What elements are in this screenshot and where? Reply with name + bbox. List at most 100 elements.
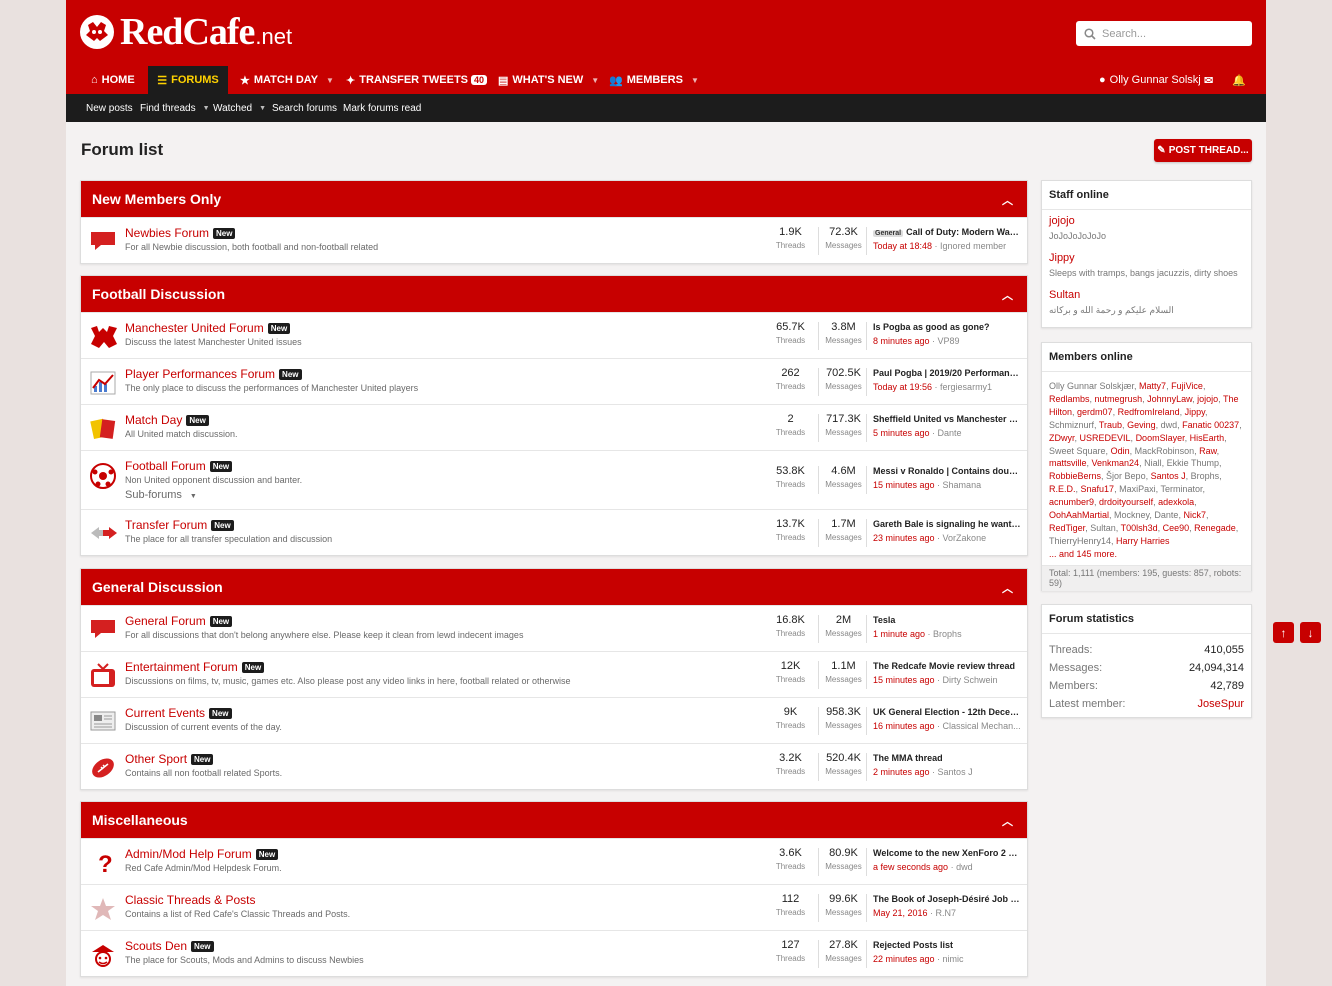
tab-home[interactable]: ⌂ HOME: [91, 66, 135, 94]
last-post-user[interactable]: Classical Mechan...: [943, 721, 1021, 731]
online-member-link[interactable]: USREDEVIL: [1080, 433, 1131, 443]
online-member-link[interactable]: Sultan: [1090, 523, 1116, 533]
forum-title-link[interactable]: General Forum New: [125, 614, 233, 628]
online-member-link[interactable]: Jippy: [1185, 407, 1205, 417]
last-post-title[interactable]: The MMA thread: [873, 753, 1021, 763]
online-member-link[interactable]: Šjor Bepo: [1106, 471, 1146, 481]
online-member-link[interactable]: FujiVice: [1171, 381, 1203, 391]
forum-title-link[interactable]: Other Sport New: [125, 752, 214, 766]
online-member-link[interactable]: Traub: [1099, 420, 1122, 430]
last-post-time[interactable]: May 21, 2016: [873, 908, 928, 918]
online-member-link[interactable]: Snafu17: [1081, 484, 1115, 494]
last-post-user[interactable]: VorZakone: [943, 533, 987, 543]
last-post-time[interactable]: 22 minutes ago: [873, 954, 935, 964]
last-post-user[interactable]: dwd: [956, 862, 973, 872]
last-post-title[interactable]: Gareth Bale is signaling he wants t...: [873, 519, 1021, 529]
chevron-up-icon[interactable]: ︿: [1002, 192, 1013, 208]
chevron-down-icon[interactable]: ▼: [259, 105, 266, 112]
online-member-link[interactable]: Redlambs: [1049, 394, 1090, 404]
last-post-title[interactable]: The Book of Joseph-Désiré Job (F...: [873, 894, 1021, 904]
online-member-link[interactable]: Schmiznurf: [1049, 420, 1094, 430]
tab-forums[interactable]: ☰ FORUMS: [148, 66, 228, 94]
online-member-link[interactable]: Olly Gunnar Solskjær: [1049, 381, 1134, 391]
online-member-link[interactable]: OohAahMartial: [1049, 510, 1109, 520]
online-member-link[interactable]: drdoityourself: [1099, 497, 1153, 507]
online-member-link[interactable]: Dante: [1154, 510, 1178, 520]
tab-members[interactable]: 👥 MEMBERS ▼: [609, 66, 699, 94]
online-member-link[interactable]: MaxiPaxi: [1119, 484, 1156, 494]
last-post-time[interactable]: 23 minutes ago: [873, 533, 935, 543]
category-header[interactable]: Football Discussion ︿: [81, 276, 1027, 312]
last-post-user[interactable]: Ignored member: [940, 241, 1006, 251]
online-member-link[interactable]: R.E.D.: [1049, 484, 1076, 494]
last-post-time[interactable]: 8 minutes ago: [873, 336, 930, 346]
online-member-link[interactable]: ThierryHenry14: [1049, 536, 1111, 546]
search-input[interactable]: Search...: [1076, 21, 1252, 46]
forum-title-link[interactable]: Newbies Forum New: [125, 226, 236, 240]
tab-match-day[interactable]: ★ MATCH DAY ▼: [240, 66, 334, 94]
subnav-search-forums[interactable]: Search forums: [272, 94, 337, 122]
last-post-user[interactable]: R.N7: [936, 908, 957, 918]
forum-title-link[interactable]: Scouts Den New: [125, 939, 214, 953]
online-member-link[interactable]: RedTiger: [1049, 523, 1085, 533]
post-thread-button[interactable]: ✎ POST THREAD...: [1154, 139, 1252, 162]
latest-member-link[interactable]: JoseSpur: [1198, 698, 1244, 710]
last-post-title[interactable]: Rejected Posts list: [873, 940, 1021, 950]
category-header[interactable]: General Discussion ︿: [81, 569, 1027, 605]
last-post-title[interactable]: Messi v Ronaldo | Contains double...: [873, 466, 1021, 476]
last-post-time[interactable]: a few seconds ago: [873, 862, 948, 872]
last-post-time[interactable]: 15 minutes ago: [873, 480, 935, 490]
online-member-link[interactable]: ZDwyr: [1049, 433, 1075, 443]
online-member-link[interactable]: Santos J: [1151, 471, 1186, 481]
online-member-link[interactable]: Nick7: [1183, 510, 1206, 520]
forum-title-link[interactable]: Entertainment Forum New: [125, 660, 265, 674]
chevron-up-icon[interactable]: ︿: [1002, 580, 1013, 596]
last-post-time[interactable]: Today at 18:48: [873, 241, 932, 251]
user-menu[interactable]: ● Olly Gunnar Solskj: [1099, 66, 1201, 94]
last-post-time[interactable]: 2 minutes ago: [873, 767, 930, 777]
online-member-link[interactable]: Niall: [1144, 458, 1162, 468]
category-header[interactable]: New Members Only ︿: [81, 181, 1027, 217]
online-member-link[interactable]: Raw: [1199, 446, 1217, 456]
online-member-link[interactable]: Harry Harries: [1116, 536, 1170, 546]
last-post-title[interactable]: Is Pogba as good as gone?: [873, 322, 1021, 332]
online-member-link[interactable]: Fanatic 00237: [1182, 420, 1239, 430]
online-member-link[interactable]: Matty7: [1139, 381, 1166, 391]
online-member-link[interactable]: Brophs: [1191, 471, 1220, 481]
last-post-time[interactable]: 5 minutes ago: [873, 428, 930, 438]
category-header[interactable]: Miscellaneous ︿: [81, 802, 1027, 838]
last-post-user[interactable]: Dante: [938, 428, 962, 438]
subnav-new-posts[interactable]: New posts: [86, 94, 133, 122]
online-member-link[interactable]: HisEarth: [1190, 433, 1225, 443]
online-member-link[interactable]: jojojo: [1197, 394, 1218, 404]
chevron-up-icon[interactable]: ︿: [1002, 287, 1013, 303]
online-member-link[interactable]: adexkola: [1158, 497, 1194, 507]
more-members-link[interactable]: ... and 145 more.: [1049, 548, 1244, 561]
chevron-down-icon[interactable]: ▼: [203, 105, 210, 112]
subnav-find-threads[interactable]: Find threads ▼: [140, 94, 210, 122]
site-logo[interactable]: RedCafe .net: [80, 10, 292, 54]
online-member-link[interactable]: gerdm07: [1077, 407, 1113, 417]
last-post-user[interactable]: fergiesarmy1: [940, 382, 992, 392]
last-post-user[interactable]: Santos J: [938, 767, 973, 777]
online-member-link[interactable]: Mockney: [1114, 510, 1149, 520]
last-post-title[interactable]: UK General Election - 12th Decem...: [873, 707, 1021, 717]
forum-title-link[interactable]: Football Forum New: [125, 459, 233, 473]
scroll-up-button[interactable]: ↑: [1273, 622, 1294, 643]
forum-title-link[interactable]: Player Performances Forum New: [125, 367, 302, 381]
online-member-link[interactable]: JohnnyLaw: [1147, 394, 1192, 404]
online-member-link[interactable]: Cee90: [1163, 523, 1190, 533]
online-member-link[interactable]: MackRobinson: [1135, 446, 1195, 456]
forum-title-link[interactable]: Transfer Forum New: [125, 518, 234, 532]
online-member-link[interactable]: Terminator: [1160, 484, 1202, 494]
chevron-up-icon[interactable]: ︿: [1002, 813, 1013, 829]
last-post-user[interactable]: VP89: [938, 336, 960, 346]
online-member-link[interactable]: RobbieBerns: [1049, 471, 1101, 481]
forum-title-link[interactable]: Manchester United Forum New: [125, 321, 291, 335]
staff-name[interactable]: Jippy: [1049, 252, 1244, 264]
online-member-link[interactable]: dwd: [1161, 420, 1178, 430]
forum-title-link[interactable]: Classic Threads & Posts: [125, 893, 256, 907]
last-post-user[interactable]: Shamana: [943, 480, 982, 490]
last-post-time[interactable]: 1 minute ago: [873, 629, 925, 639]
last-post-user[interactable]: Brophs: [933, 629, 962, 639]
